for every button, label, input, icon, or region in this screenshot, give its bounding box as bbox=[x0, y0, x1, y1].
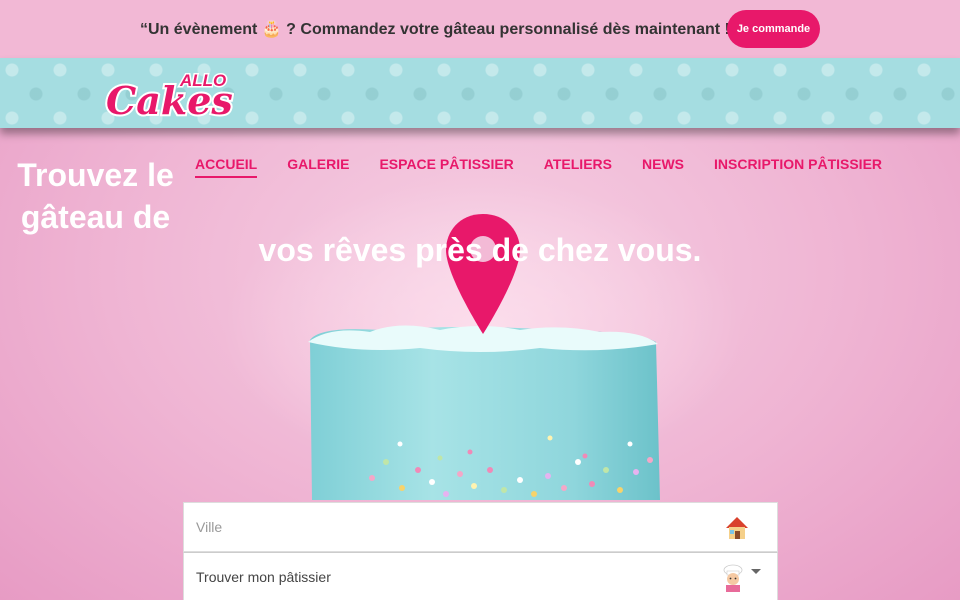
chef-icon bbox=[723, 564, 743, 592]
chevron-down-icon[interactable] bbox=[751, 569, 761, 574]
patissier-select[interactable]: Trouver mon pâtissier bbox=[183, 552, 778, 600]
patissier-select-value: Trouver mon pâtissier bbox=[196, 569, 331, 585]
search-form: Trouver mon pâtissier bbox=[183, 502, 778, 600]
city-input[interactable] bbox=[184, 503, 777, 551]
city-field bbox=[183, 502, 778, 552]
hero-title-center: vos rêves près de chez vous. bbox=[258, 232, 702, 268]
house-icon bbox=[726, 517, 748, 539]
